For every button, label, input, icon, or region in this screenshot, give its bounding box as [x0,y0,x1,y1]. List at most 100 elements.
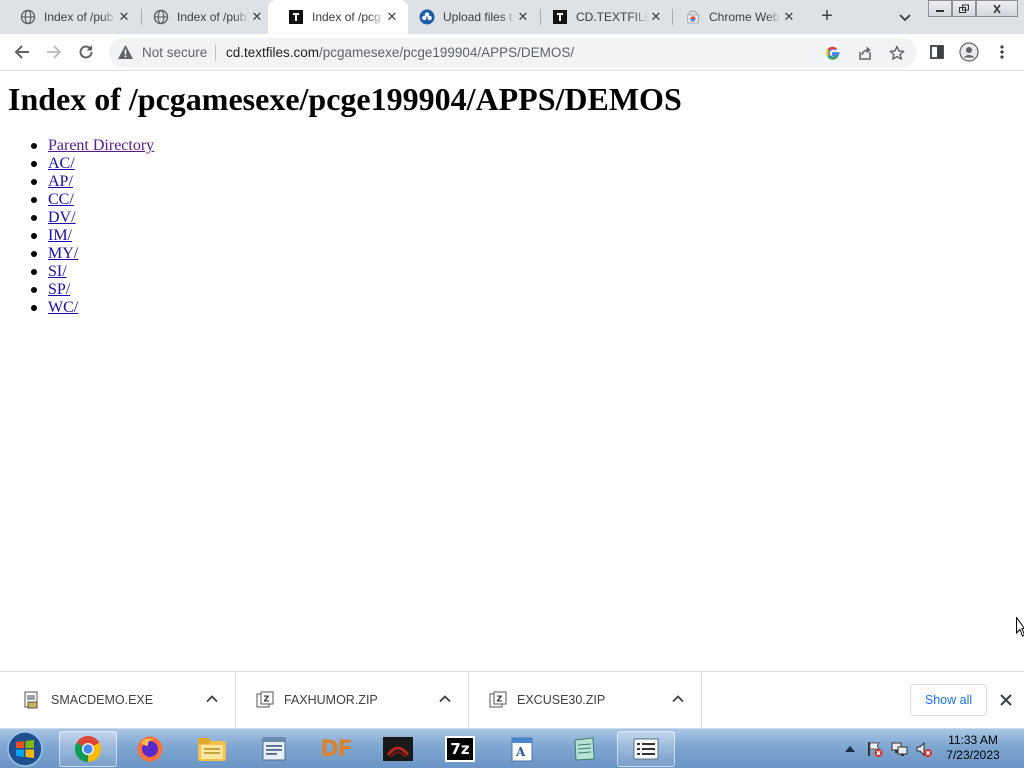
show-hidden-icons-button[interactable] [843,729,857,769]
list-item: AP/ [48,173,154,191]
list-item: Parent Directory [48,137,154,155]
firefox-taskbar-button[interactable] [121,731,179,767]
clock-date: 7/23/2023 [940,748,1006,763]
download-item[interactable]: SMACDEMO.EXE [3,672,236,728]
start-button[interactable] [5,730,45,768]
download-filename: SMACDEMO.EXE [51,693,153,707]
close-tab-icon[interactable]: ✕ [116,9,132,25]
list-item: SI/ [48,263,154,281]
chevron-up-icon[interactable] [205,692,219,706]
game-taskbar-button[interactable] [369,731,427,767]
mouse-cursor-icon [1016,617,1024,642]
directory-listing: Parent Directory AC/ AP/ CC/ DV/ IM/ MY/… [48,137,154,317]
back-arrow-icon [13,43,31,61]
reload-button[interactable] [74,40,98,64]
close-tab-icon[interactable]: ✕ [781,9,797,25]
explorer-taskbar-button[interactable] [183,731,241,767]
df-taskbar-button[interactable]: DF [307,731,365,767]
close-window-button[interactable] [976,0,1018,17]
minimize-button[interactable] [928,0,952,17]
notepad2-taskbar-button[interactable] [555,731,613,767]
close-tab-icon[interactable]: ✕ [515,9,531,25]
forward-button[interactable] [42,40,66,64]
parent-directory-link[interactable]: Parent Directory [48,137,154,154]
list-item: WC/ [48,299,154,317]
directory-link-dv[interactable]: DV/ [48,209,76,226]
directory-link-wc[interactable]: WC/ [48,299,78,316]
omnibox-divider [215,45,216,61]
restore-button[interactable] [952,0,976,17]
chrome-taskbar-button[interactable] [59,731,117,767]
tab-index-pub-1[interactable]: Index of /pub ✕ [0,0,140,34]
directory-link-ap[interactable]: AP/ [48,173,73,190]
security-label[interactable]: Not secure [142,45,207,60]
list-app-taskbar-button[interactable] [617,731,675,767]
wordpad-icon: A [508,735,536,763]
chevron-up-icon[interactable] [438,692,452,706]
url-text[interactable]: cd.textfiles.com/pcgamesexe/pcge199904/A… [226,45,574,60]
textfiles-icon [288,9,304,25]
7zip-taskbar-button[interactable]: 7z [431,731,489,767]
7zip-icon: 7z [445,736,475,762]
close-tab-icon[interactable]: ✕ [249,9,265,25]
network-icon[interactable] [891,729,909,769]
url-host: cd.textfiles.com [226,45,319,60]
textfiles-icon [552,9,568,25]
df-icon: DF [320,737,351,762]
share-icon[interactable] [855,43,875,63]
svg-text:Z: Z [497,695,503,704]
upload-icon [419,9,435,25]
tab-upload-files[interactable]: Upload files t ✕ [399,0,539,34]
download-item[interactable]: Z FAXHUMOR.ZIP [236,672,469,728]
explorer-icon [196,735,228,763]
tab-chrome-web-store[interactable]: Chrome Web ✕ [665,0,805,34]
new-tab-button[interactable]: + [816,5,838,27]
chevron-up-icon[interactable] [671,692,685,706]
directory-link-im[interactable]: IM/ [48,227,72,244]
warning-triangle-icon[interactable] [117,44,134,65]
download-shelf: SMACDEMO.EXE Z FAXHUMOR.ZIP Z EXCUSE30.Z… [0,671,1024,728]
back-button[interactable] [10,40,34,64]
close-shelf-icon[interactable] [998,692,1014,708]
tab-cd-textfiles[interactable]: CD.TEXTFILES ✕ [532,0,672,34]
firefox-icon [135,734,165,764]
directory-link-ac[interactable]: AC/ [48,155,75,172]
wordpad-taskbar-button[interactable]: A [493,731,551,767]
svg-text:Z: Z [264,695,270,704]
directory-link-my[interactable]: MY/ [48,245,78,262]
download-item[interactable]: Z EXCUSE30.ZIP [469,672,702,728]
close-tab-icon[interactable]: ✕ [648,9,664,25]
url-path: /pcgamesexe/pcge199904/APPS/DEMOS/ [319,45,574,60]
tab-index-pub-2[interactable]: Index of /pub ✕ [133,0,273,34]
side-panel-button[interactable] [925,40,949,64]
profile-button[interactable] [957,40,981,64]
tab-title: Index of /pub [44,10,116,24]
notepad-taskbar-button[interactable] [245,731,303,767]
page-content: Index of /pcgamesexe/pcge199904/APPS/DEM… [0,72,1024,671]
directory-link-si[interactable]: SI/ [48,263,67,280]
address-bar[interactable]: Not secure cd.textfiles.com/pcgamesexe/p… [109,38,917,67]
zip-file-icon: Z [256,691,274,709]
windows-taskbar: DF 7z A 11:33 AM 7/23/2023 [0,728,1024,768]
list-item: IM/ [48,227,154,245]
system-clock[interactable]: 11:33 AM 7/23/2023 [940,733,1006,763]
tab-title: Upload files t [443,10,515,24]
notepad2-icon [570,735,598,763]
menu-button[interactable] [990,40,1014,64]
google-icon[interactable] [823,43,843,63]
volume-muted-icon[interactable] [915,729,933,769]
side-panel-icon [929,44,945,60]
directory-link-sp[interactable]: SP/ [48,281,70,298]
tab-title: Chrome Web [709,10,781,24]
tray-arrow-up-icon [843,742,857,756]
tab-index-pcg-active[interactable]: Index of /pcg ✕ [268,0,408,34]
show-all-downloads-button[interactable]: Show all [910,684,987,716]
tab-search-chevron-icon[interactable] [895,7,915,27]
action-center-flag-icon[interactable] [866,729,884,769]
list-item: AC/ [48,155,154,173]
close-tab-icon[interactable]: ✕ [384,9,400,25]
7zip-label: 7z [450,740,469,758]
bookmark-star-icon[interactable] [887,43,907,63]
directory-link-cc[interactable]: CC/ [48,191,74,208]
page-title: Index of /pcgamesexe/pcge199904/APPS/DEM… [8,81,682,118]
